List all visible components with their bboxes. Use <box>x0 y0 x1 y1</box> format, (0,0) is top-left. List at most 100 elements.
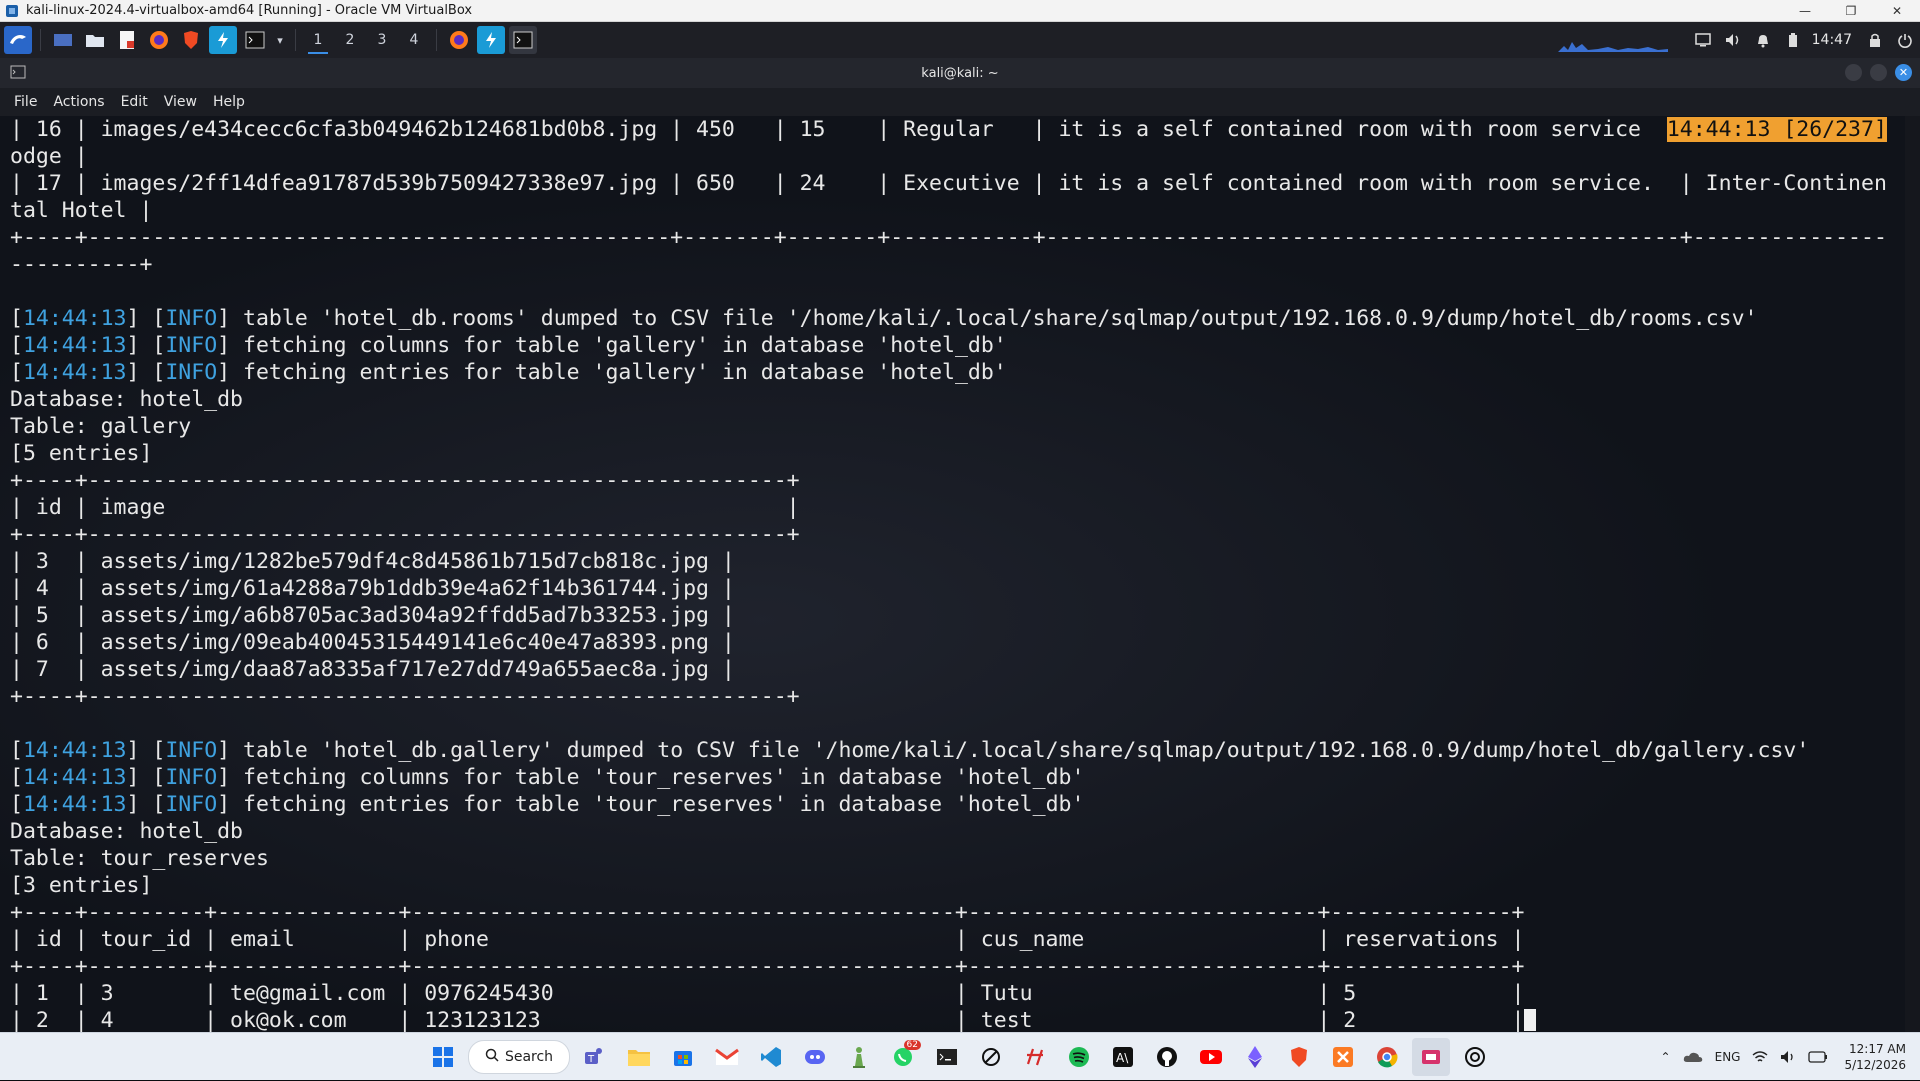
terminal-app-icon <box>10 65 26 83</box>
ai-app-icon[interactable]: A\ <box>1104 1038 1142 1076</box>
teams-icon[interactable]: T <box>576 1038 614 1076</box>
brave-icon[interactable] <box>177 26 205 54</box>
system-tray: ⌃ ENG 12:17 AM 5/12/2026 <box>1655 1033 1920 1081</box>
svg-text:A\: A\ <box>1116 1051 1129 1065</box>
kali-top-panel: ▾ 1 2 3 4 14:47 <box>0 22 1920 58</box>
log-timestamp: 14:44:13 <box>22 738 127 763</box>
workspace-3[interactable]: 3 <box>366 26 398 54</box>
kali-menu-icon[interactable] <box>4 26 32 54</box>
terminal-line: | 16 | images/e434cecc6cfa3b049462b12468… <box>10 117 1667 142</box>
burpsuite-window-icon[interactable] <box>477 26 505 54</box>
store-icon[interactable] <box>664 1038 702 1076</box>
battery-icon[interactable] <box>1778 22 1808 58</box>
terminal-title: kali@kali: ~ <box>921 65 999 81</box>
workspace-1[interactable]: 1 <box>302 26 334 54</box>
table-row: | 3 | assets/img/1282be579df4c8d45861b71… <box>10 549 735 574</box>
log-message: table 'hotel_db.gallery' dumped to CSV f… <box>230 738 1810 763</box>
terminal-launcher-icon[interactable] <box>241 26 269 54</box>
log-level: INFO <box>165 360 218 385</box>
log-timestamp: 14:44:13 <box>22 306 127 331</box>
workspace-2[interactable]: 2 <box>334 26 366 54</box>
spotify-icon[interactable] <box>1060 1038 1098 1076</box>
menu-file[interactable]: File <box>6 94 45 110</box>
xampp-icon[interactable] <box>1324 1038 1362 1076</box>
table-border: +----+----------------------------------… <box>10 522 800 547</box>
workspace-4[interactable]: 4 <box>398 26 430 54</box>
terminal-minimize-button[interactable] <box>1845 64 1862 81</box>
file-explorer-icon[interactable] <box>620 1038 658 1076</box>
menu-edit[interactable]: Edit <box>113 94 156 110</box>
table-row: | 7 | assets/img/daa87a8335af717e27dd749… <box>10 657 735 682</box>
terminal-close-button[interactable]: ✕ <box>1895 64 1912 81</box>
burpsuite-icon[interactable] <box>209 26 237 54</box>
log-message: fetching entries for table 'tour_reserve… <box>230 792 1085 817</box>
gmail-icon[interactable] <box>708 1038 746 1076</box>
lock-icon[interactable] <box>1860 22 1890 58</box>
terminal-title-bar: kali@kali: ~ ✕ <box>0 58 1920 88</box>
close-button[interactable]: ✕ <box>1874 0 1920 22</box>
menu-view[interactable]: View <box>156 94 205 110</box>
menu-actions[interactable]: Actions <box>45 94 112 110</box>
firefox-icon[interactable] <box>145 26 173 54</box>
menu-help[interactable]: Help <box>205 94 253 110</box>
github-icon[interactable] <box>1148 1038 1186 1076</box>
firefox-window-icon[interactable] <box>445 26 473 54</box>
taskbar-search-button[interactable]: Search <box>468 1040 570 1074</box>
virtualbox-taskbar-icon[interactable] <box>1412 1038 1450 1076</box>
obsidian-tool-icon[interactable] <box>972 1038 1010 1076</box>
youtube-icon[interactable] <box>1192 1038 1230 1076</box>
terminal-line: Table: gallery <box>10 414 192 439</box>
table-row: | 2 | 4 | ok@ok.com | 123123123 | test |… <box>10 1008 1525 1032</box>
log-level: INFO <box>165 738 218 763</box>
whatsapp-icon[interactable]: 62 <box>884 1038 922 1076</box>
svg-text:T: T <box>587 1054 595 1065</box>
terminal-window: kali@kali: ~ ✕ File Actions Edit View He… <box>0 58 1920 1032</box>
log-timestamp: 14:44:13 <box>22 765 127 790</box>
windows-terminal-icon[interactable] <box>928 1038 966 1076</box>
terminal-maximize-button[interactable] <box>1870 64 1887 81</box>
terminal-scrollbar[interactable] <box>1905 116 1920 1032</box>
ethereum-icon[interactable] <box>1236 1038 1274 1076</box>
discord-icon[interactable] <box>796 1038 834 1076</box>
whatsapp-unread-badge: 62 <box>903 1040 921 1050</box>
onedrive-icon[interactable] <box>1677 1033 1709 1081</box>
table-row: | 4 | assets/img/61a4288a79b1ddb39e4a62f… <box>10 576 735 601</box>
network-graph-icon <box>1557 42 1668 52</box>
terminal-line: ----------+ <box>10 252 153 277</box>
terminal-line: odge | <box>10 144 88 169</box>
chess-icon[interactable] <box>840 1038 878 1076</box>
vscode-icon[interactable] <box>752 1038 790 1076</box>
wifi-icon[interactable] <box>1746 1033 1774 1081</box>
chrome-icon[interactable] <box>1368 1038 1406 1076</box>
power-icon[interactable] <box>1890 22 1920 58</box>
speaker-icon[interactable] <box>1774 1033 1802 1081</box>
show-desktop-icon[interactable] <box>49 26 77 54</box>
volume-icon[interactable] <box>1718 22 1748 58</box>
hackertools-icon[interactable] <box>1016 1038 1054 1076</box>
windows-start-icon[interactable] <box>424 1038 462 1076</box>
search-label: Search <box>504 1049 554 1065</box>
chevron-up-icon[interactable]: ⌃ <box>1655 1033 1677 1081</box>
windows-taskbar: Search T 62 A\ ⌃ ENG 12:17 AM 5/12/2026 <box>0 1032 1920 1080</box>
virtualbox-window-title: kali-linux-2024.4-virtualbox-amd64 [Runn… <box>26 3 473 18</box>
log-level: INFO <box>165 765 218 790</box>
battery-tray-icon[interactable] <box>1802 1033 1834 1081</box>
file-manager-icon[interactable] <box>81 26 109 54</box>
taskbar-clock[interactable]: 12:17 AM 5/12/2026 <box>1834 1041 1920 1073</box>
log-message: fetching columns for table 'gallery' in … <box>230 333 1007 358</box>
restore-button[interactable]: ❐ <box>1828 0 1874 22</box>
chatgpt-icon[interactable] <box>1456 1038 1494 1076</box>
panel-clock[interactable]: 14:47 <box>1808 32 1860 48</box>
screen-icon[interactable] <box>1688 22 1718 58</box>
log-timestamp: 14:44:13 <box>22 792 127 817</box>
terminal-output[interactable]: | 16 | images/e434cecc6cfa3b049462b12468… <box>0 116 1905 1032</box>
log-level: INFO <box>165 306 218 331</box>
terminal-window-icon[interactable] <box>509 26 537 54</box>
chevron-down-icon[interactable]: ▾ <box>273 26 287 54</box>
brave-taskbar-icon[interactable] <box>1280 1038 1318 1076</box>
minimize-button[interactable]: — <box>1782 0 1828 22</box>
terminal-line: Table: tour_reserves <box>10 846 269 871</box>
text-editor-icon[interactable] <box>113 26 141 54</box>
notification-bell-icon[interactable] <box>1748 22 1778 58</box>
language-indicator[interactable]: ENG <box>1709 1033 1747 1081</box>
